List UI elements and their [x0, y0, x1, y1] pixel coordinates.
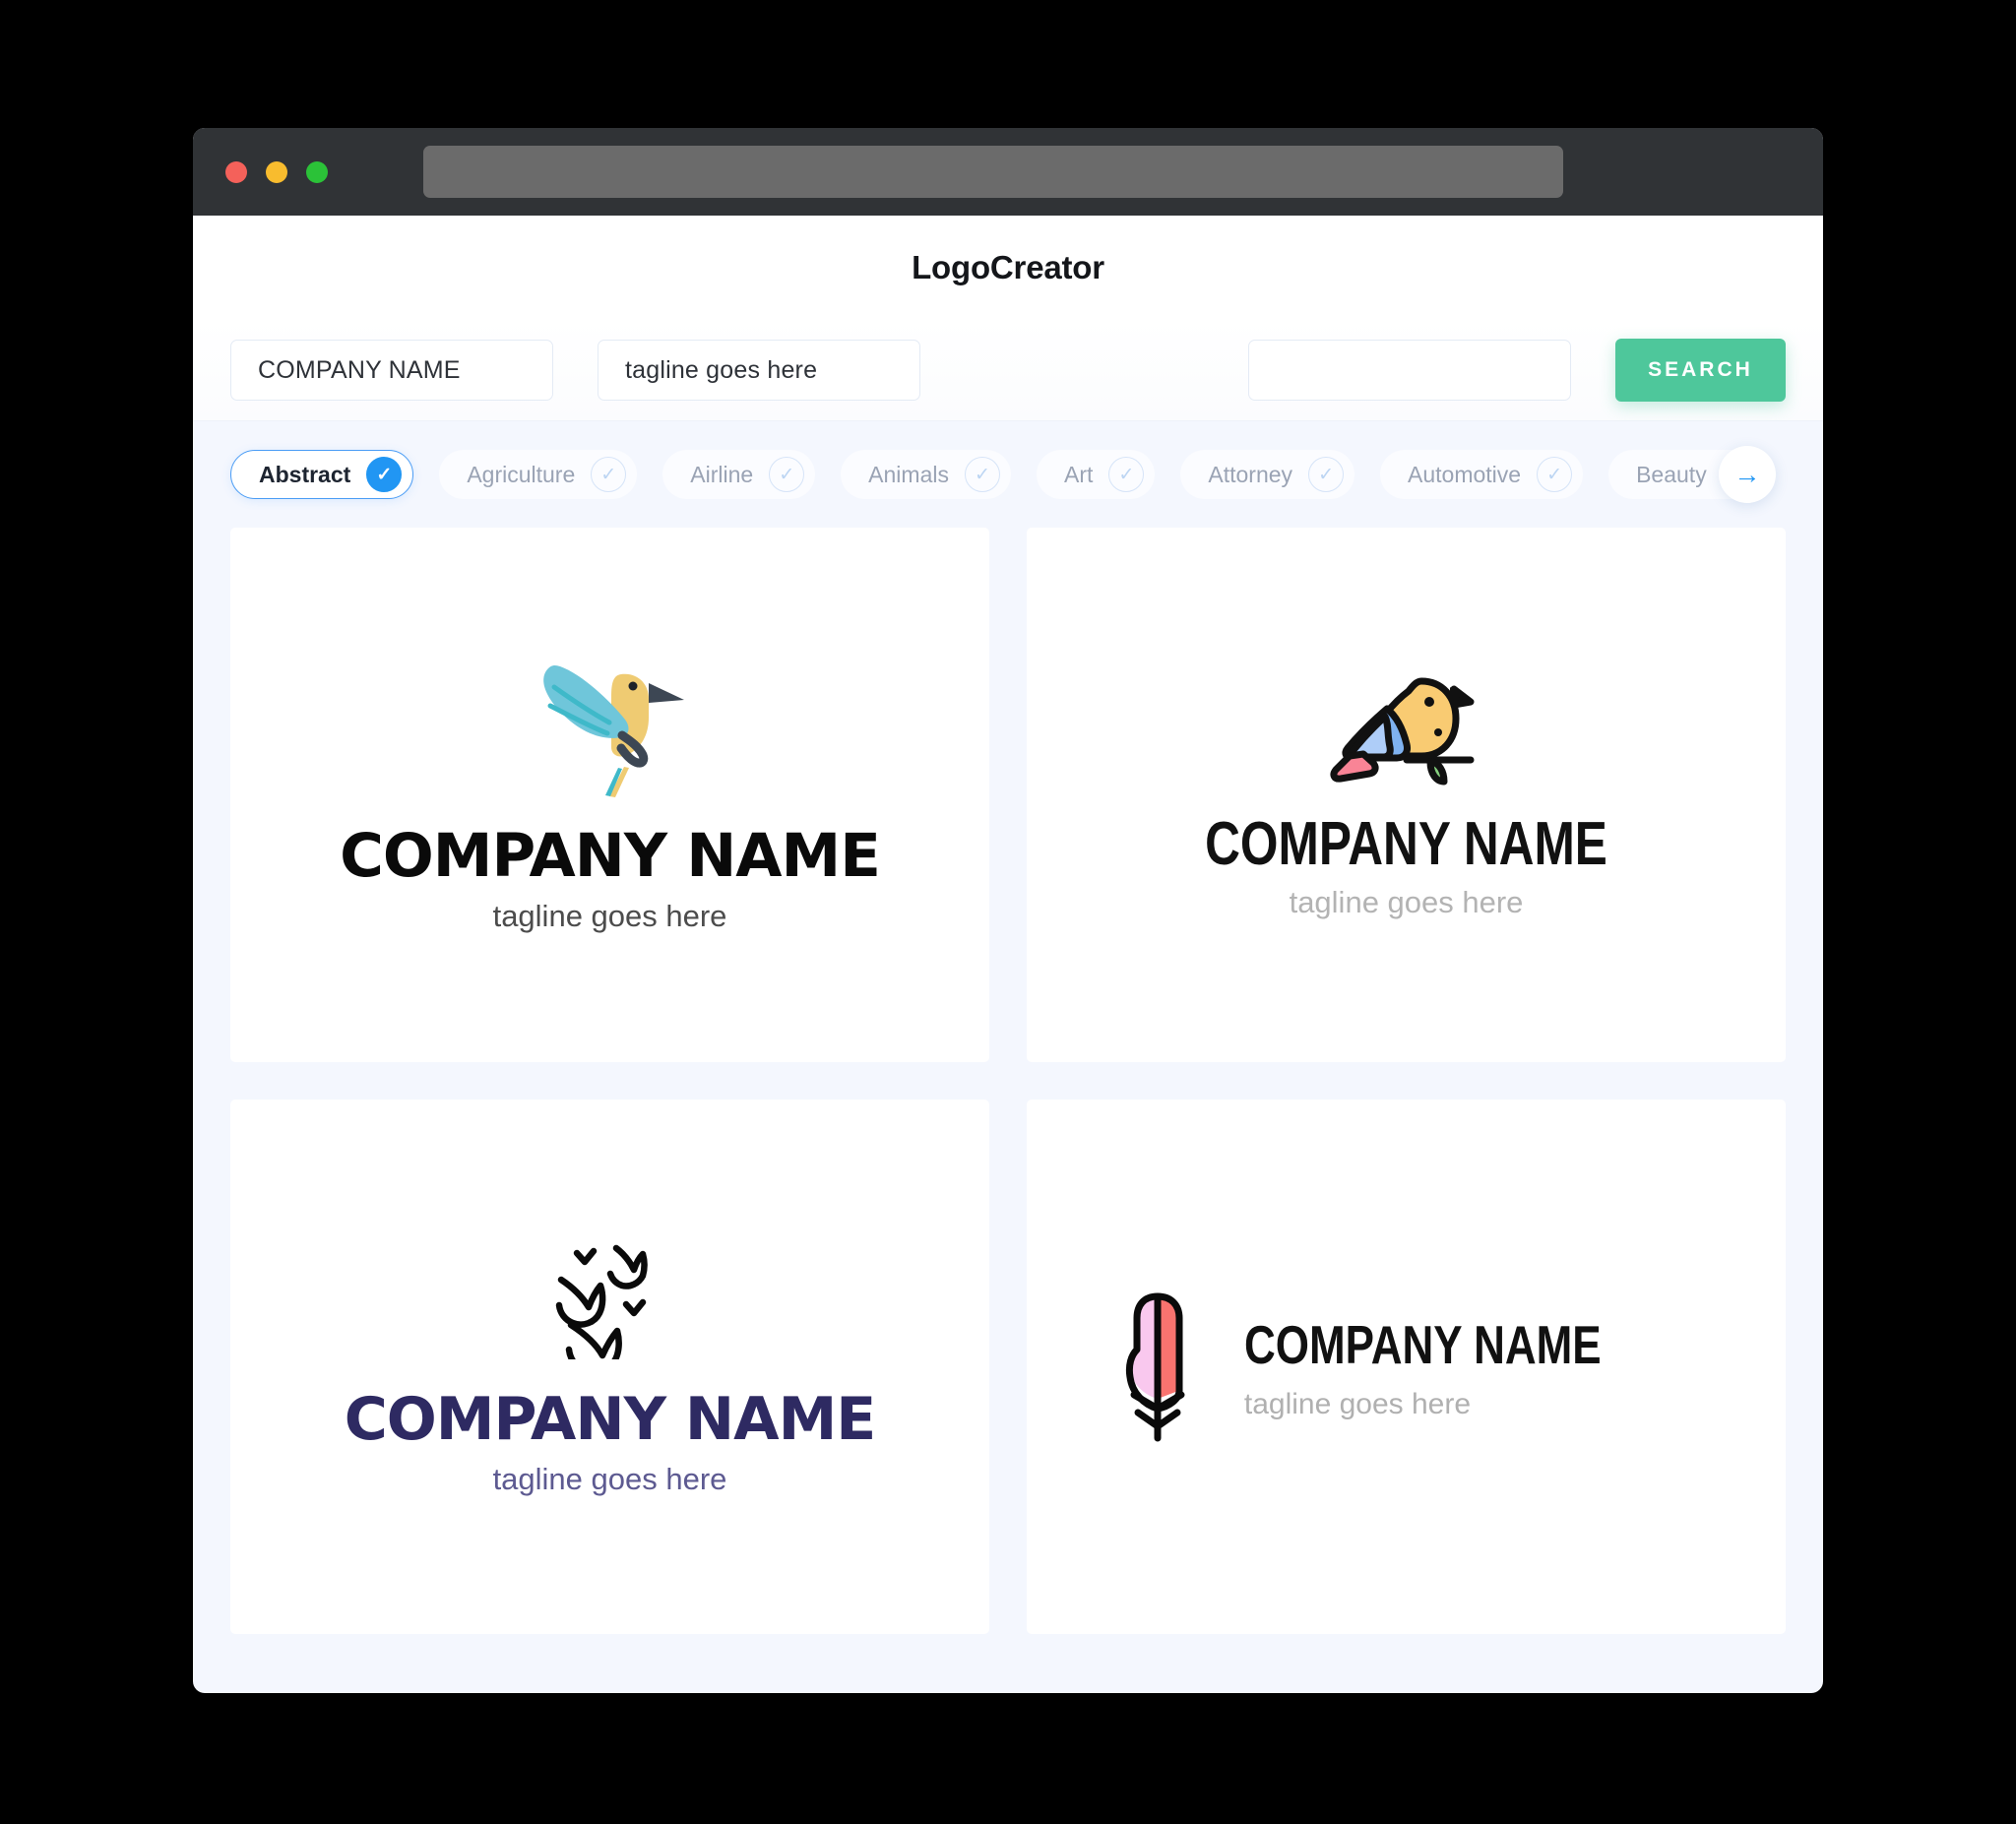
check-icon: ✓ [366, 457, 403, 492]
search-toolbar: COMPANY NAME tagline goes here SEARCH [193, 320, 1823, 421]
app-header: LogoCreator [193, 216, 1823, 320]
logo-results-grid: COMPANY NAME tagline goes here COMPANY N… [193, 528, 1823, 1634]
check-icon: ✓ [1108, 457, 1145, 492]
company-name-input[interactable]: COMPANY NAME [230, 340, 553, 401]
category-filter-bar[interactable]: Abstract ✓ Agriculture ✓ Airline ✓ Anima… [193, 421, 1823, 528]
tagline-input[interactable]: tagline goes here [597, 340, 920, 401]
feather-quill-icon [1125, 1292, 1185, 1441]
flying-birds-flock-icon [556, 1244, 649, 1359]
category-chip-abstract[interactable]: Abstract ✓ [230, 450, 414, 499]
logo-tagline: tagline goes here [1243, 1387, 1472, 1420]
url-address-bar[interactable] [423, 146, 1563, 198]
logo-company-name: COMPANY NAME [1243, 1313, 1602, 1375]
logo-card[interactable]: COMPANY NAME tagline goes here [1027, 528, 1786, 1062]
next-categories-arrow-icon[interactable]: → [1719, 446, 1776, 503]
category-chip-automotive[interactable]: Automotive ✓ [1380, 450, 1584, 499]
check-icon: ✓ [591, 457, 627, 492]
check-icon: ✓ [769, 457, 805, 492]
check-icon: ✓ [1537, 457, 1573, 492]
hummingbird-icon [542, 664, 684, 797]
category-chip-animals[interactable]: Animals ✓ [841, 450, 1011, 499]
minimize-window-button[interactable] [266, 160, 287, 183]
logo-company-name: COMPANY NAME [1205, 810, 1607, 878]
category-chip-label: Animals [868, 461, 949, 487]
category-chip-label: Beauty [1636, 461, 1707, 487]
category-chip-label: Art [1063, 461, 1094, 487]
logo-company-name: COMPANY NAME [340, 820, 881, 891]
browser-titlebar [193, 128, 1823, 216]
category-chip-label: Attorney [1208, 461, 1293, 487]
category-chip-attorney[interactable]: Attorney ✓ [1180, 450, 1355, 499]
logo-tagline: tagline goes here [1289, 885, 1524, 919]
perched-bird-on-branch-icon [1329, 677, 1474, 786]
category-chip-label: Abstract [259, 461, 351, 487]
page-title: LogoCreator [912, 249, 1104, 285]
category-chip-art[interactable]: Art ✓ [1036, 450, 1156, 499]
category-chip-label: Agriculture [467, 461, 576, 487]
logo-company-name: COMPANY NAME [344, 1385, 877, 1454]
browser-window: LogoCreator COMPANY NAME tagline goes he… [193, 128, 1823, 1693]
logo-tagline: tagline goes here [492, 1462, 727, 1496]
keyword-input[interactable] [1247, 340, 1571, 401]
close-window-button[interactable] [225, 160, 247, 183]
logo-tagline: tagline goes here [492, 898, 727, 933]
category-chip-label: Automotive [1408, 461, 1522, 487]
logo-card[interactable]: COMPANY NAME tagline goes here [230, 528, 989, 1062]
category-chip-airline[interactable]: Airline ✓ [662, 450, 816, 499]
maximize-window-button[interactable] [306, 160, 328, 183]
check-icon: ✓ [964, 457, 1000, 492]
logo-card[interactable]: COMPANY NAME tagline goes here [1027, 1100, 1786, 1634]
category-chip-label: Airline [690, 461, 754, 487]
check-icon: ✓ [1308, 457, 1345, 492]
logo-card[interactable]: COMPANY NAME tagline goes here [230, 1100, 989, 1634]
traffic-lights [225, 160, 328, 183]
category-chip-agriculture[interactable]: Agriculture ✓ [439, 450, 638, 499]
search-button[interactable]: SEARCH [1614, 339, 1786, 402]
